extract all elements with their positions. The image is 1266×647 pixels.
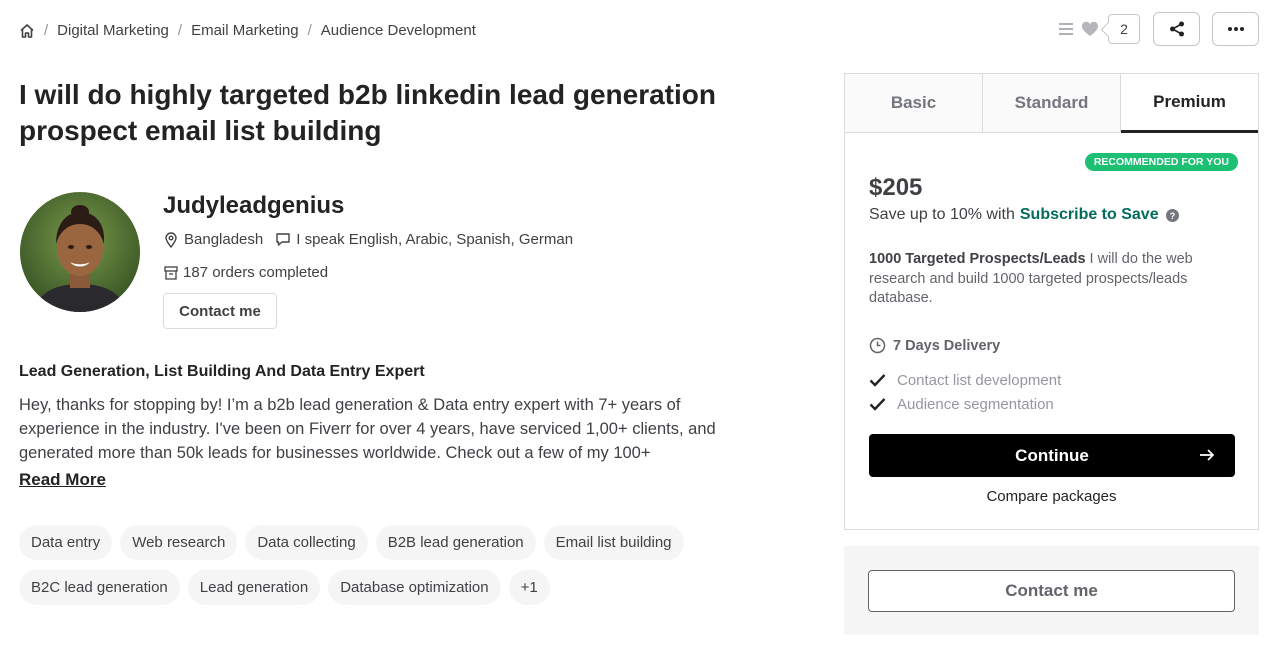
breadcrumb-separator: / xyxy=(44,22,49,39)
seller-meta: Bangladesh I speak English, Arabic, Span… xyxy=(163,231,573,248)
about-text: Hey, thanks for stopping by! I’m a b2b l… xyxy=(19,396,716,462)
package-price: $205 xyxy=(869,174,923,201)
like-count-value: 2 xyxy=(1120,21,1128,37)
subscribe-to-save-link[interactable]: Subscribe to Save xyxy=(1020,206,1159,224)
tag-item[interactable]: Lead generation xyxy=(187,570,321,605)
tag-list: Data entry Web research Data collecting … xyxy=(19,525,719,605)
tag-item[interactable]: Data collecting xyxy=(245,525,368,560)
package-card: Basic Standard Premium RECOMMENDED FOR Y… xyxy=(844,73,1259,530)
home-icon[interactable] xyxy=(19,23,35,39)
contact-panel: Contact me xyxy=(844,546,1259,635)
feature-label: Audience segmentation xyxy=(897,395,1054,413)
tag-item[interactable]: Web research xyxy=(120,525,238,560)
arrow-right-icon xyxy=(1199,447,1215,463)
svg-text:?: ? xyxy=(1169,211,1175,221)
package-description: 1000 Targeted Prospects/Leads I will do … xyxy=(869,250,1229,309)
seller-languages: I speak English, Arabic, Spanish, German xyxy=(296,231,574,248)
tag-item[interactable]: Database optimization xyxy=(328,570,501,605)
compare-packages-link[interactable]: Compare packages xyxy=(845,488,1258,505)
gig-actions: 2 xyxy=(1057,12,1259,46)
list-icon[interactable] xyxy=(1057,20,1075,38)
share-button[interactable] xyxy=(1153,12,1200,46)
tag-item[interactable]: Data entry xyxy=(19,525,113,560)
delivery-time: 7 Days Delivery xyxy=(869,337,1000,354)
save-prefix: Save up to 10% with xyxy=(869,206,1015,223)
feature-item: Audience segmentation xyxy=(869,392,1061,416)
check-icon xyxy=(869,397,886,411)
contact-me-large-button[interactable]: Contact me xyxy=(868,570,1235,612)
continue-label: Continue xyxy=(1015,445,1089,465)
package-tabs: Basic Standard Premium xyxy=(845,74,1258,133)
feature-label: Contact list development xyxy=(897,371,1062,389)
avatar[interactable] xyxy=(20,192,140,312)
gig-title: I will do highly targeted b2b linkedin l… xyxy=(19,79,716,146)
delivery-label: 7 Days Delivery xyxy=(893,337,1001,354)
help-icon[interactable]: ? xyxy=(1165,208,1179,222)
tab-basic[interactable]: Basic xyxy=(845,74,983,132)
tag-item[interactable]: B2B lead generation xyxy=(375,525,536,560)
tag-item[interactable]: Email list building xyxy=(543,525,684,560)
about-heading: Lead Generation, List Building And Data … xyxy=(19,363,425,380)
tag-item[interactable]: B2C lead generation xyxy=(19,570,180,605)
more-button[interactable] xyxy=(1212,12,1259,46)
recommended-badge: RECOMMENDED FOR YOU xyxy=(1084,153,1238,171)
breadcrumb-separator: / xyxy=(307,22,312,39)
feature-list: Contact list development Audience segmen… xyxy=(869,368,1061,416)
breadcrumb-separator: / xyxy=(177,22,183,39)
contact-me-button[interactable]: Contact me xyxy=(163,293,277,329)
breadcrumb: / Digital Marketing / Email Marketing / … xyxy=(19,22,476,39)
heart-icon[interactable] xyxy=(1081,20,1099,38)
breadcrumb-item-digital-marketing[interactable]: Digital Marketing xyxy=(57,22,169,39)
location-icon xyxy=(163,231,179,248)
check-icon xyxy=(869,373,886,387)
tab-premium[interactable]: Premium xyxy=(1121,74,1258,133)
read-more-link[interactable]: Read More xyxy=(19,470,106,490)
tag-more[interactable]: +1 xyxy=(508,570,550,605)
package-desc-title: 1000 Targeted Prospects/Leads xyxy=(869,251,1086,267)
clock-icon xyxy=(869,337,886,354)
share-icon xyxy=(1169,21,1185,37)
speech-bubble-icon xyxy=(275,232,291,248)
more-icon xyxy=(1227,26,1245,32)
like-count: 2 xyxy=(1108,14,1140,44)
breadcrumb-item-audience-development[interactable]: Audience Development xyxy=(321,22,476,39)
seller-orders: 187 orders completed xyxy=(163,264,328,281)
seller-country: Bangladesh xyxy=(184,231,264,248)
seller-name[interactable]: Judyleadgenius xyxy=(163,192,344,220)
tab-standard[interactable]: Standard xyxy=(983,74,1121,132)
orders-count: 187 orders completed xyxy=(183,264,329,281)
feature-item: Contact list development xyxy=(869,368,1061,392)
subscribe-save-line: Save up to 10% with Subscribe to Save ? xyxy=(869,206,1179,224)
breadcrumb-item-email-marketing[interactable]: Email Marketing xyxy=(191,22,299,39)
continue-button[interactable]: Continue xyxy=(869,434,1235,477)
box-icon xyxy=(163,265,179,281)
